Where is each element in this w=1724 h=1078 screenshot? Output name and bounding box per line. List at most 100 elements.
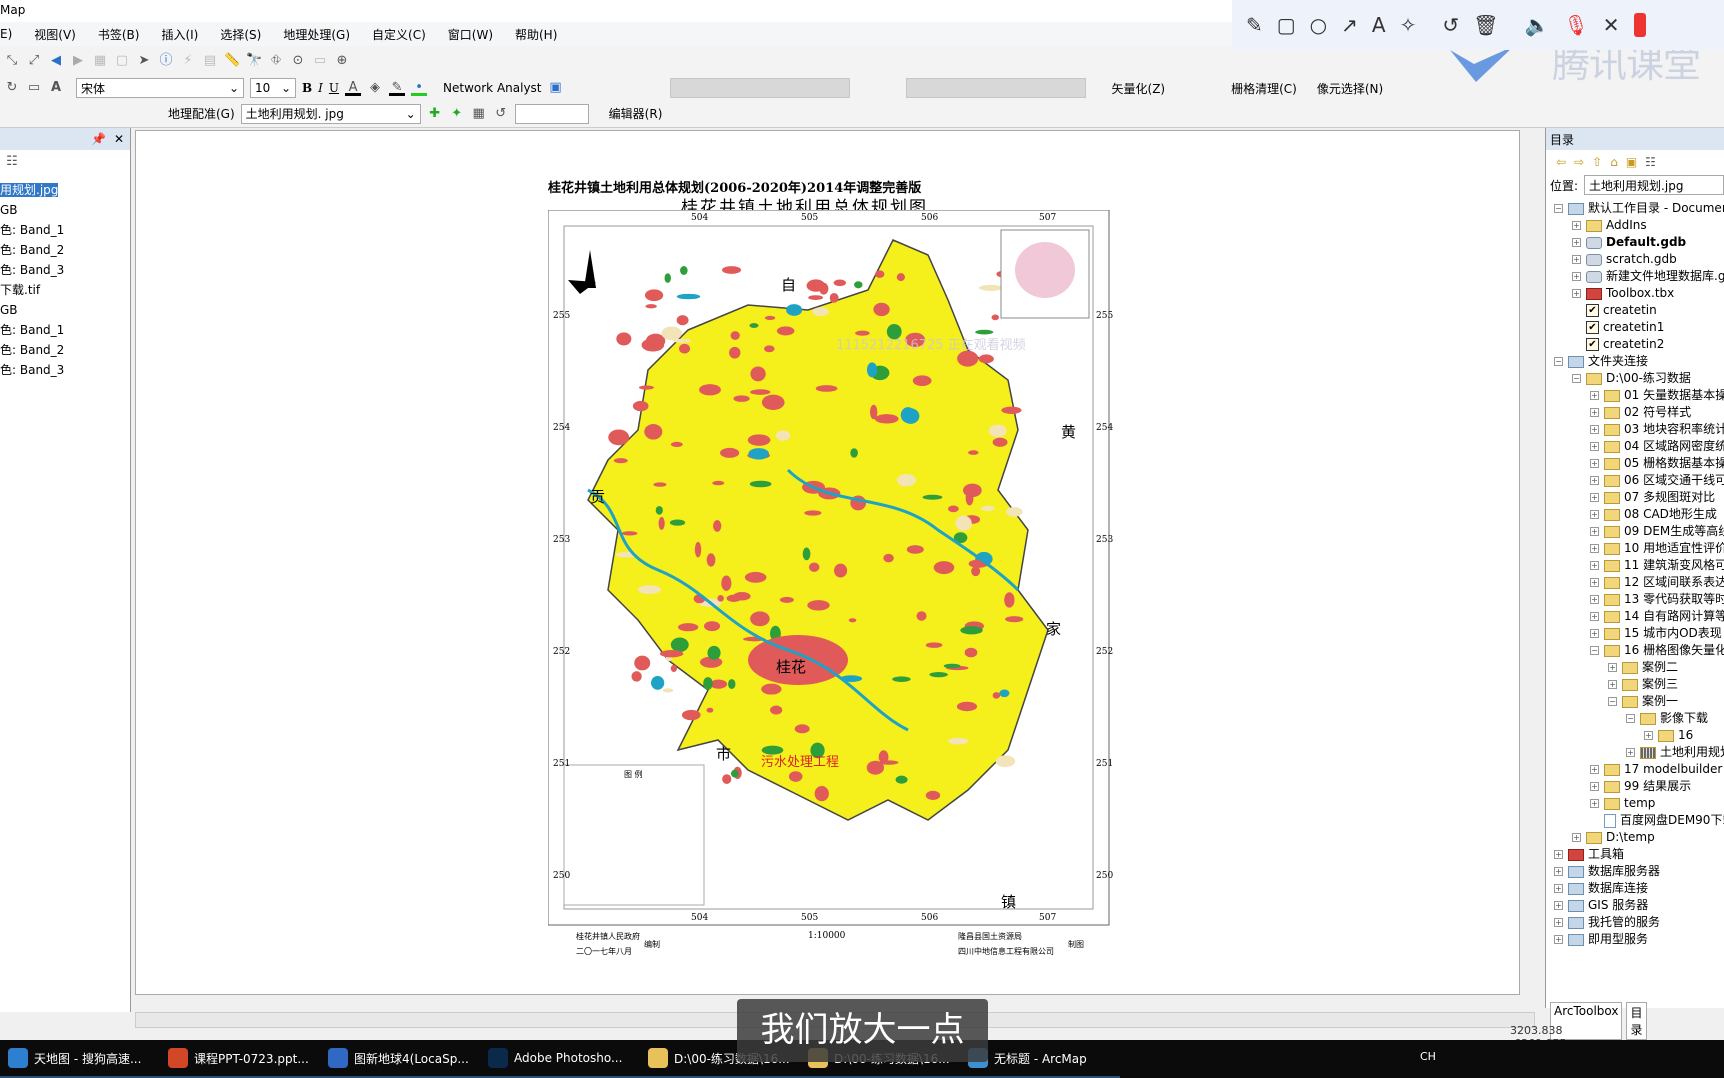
menu-insert[interactable]: 插入(I) bbox=[161, 26, 198, 43]
menu-selection[interactable]: 选择(S) bbox=[220, 26, 261, 43]
rotate-icon[interactable]: ↻ bbox=[4, 80, 20, 96]
catalog-tree-item[interactable]: +09 DEM生成等高线 bbox=[1546, 523, 1724, 540]
collapse-icon[interactable]: − bbox=[1608, 697, 1617, 706]
expand-icon[interactable]: + bbox=[1590, 799, 1599, 808]
expand-icon[interactable]: + bbox=[1554, 867, 1563, 876]
catalog-tree-item[interactable]: +03 地块容积率统计 bbox=[1546, 421, 1724, 438]
rotation-input[interactable] bbox=[514, 103, 589, 124]
underline-button[interactable]: U bbox=[329, 81, 339, 95]
catalog-tree-item[interactable]: − 16 栅格图像矢量化 bbox=[1546, 642, 1724, 659]
up-icon[interactable]: ⇧ bbox=[1592, 155, 1602, 169]
catalog-tree-item[interactable]: − 文件夹连接 bbox=[1546, 353, 1724, 370]
location-input[interactable]: 土地利用规划.jpg bbox=[1584, 175, 1724, 195]
magic-wand-icon[interactable]: ✧ bbox=[1400, 13, 1417, 37]
expand-icon[interactable]: + bbox=[1572, 221, 1581, 230]
catalog-tree-item[interactable]: + 案例三 bbox=[1546, 676, 1724, 693]
close-icon[interactable]: ✕ bbox=[114, 132, 124, 146]
catalog-tree-item[interactable]: + 案例二 bbox=[1546, 659, 1724, 676]
catalog-tree-item[interactable]: + 我托管的服务 bbox=[1546, 914, 1724, 931]
expand-icon[interactable]: + bbox=[1626, 748, 1635, 757]
pin-icon[interactable]: 📌 bbox=[91, 132, 106, 146]
collapse-icon[interactable]: − bbox=[1554, 204, 1563, 213]
catalog-tree-item[interactable]: − 案例一 bbox=[1546, 693, 1724, 710]
home-icon[interactable]: ⌂ bbox=[1610, 155, 1618, 169]
catalog-tree-item[interactable]: + 数据库服务器 bbox=[1546, 863, 1724, 880]
text-tool-icon[interactable]: A bbox=[48, 80, 64, 96]
catalog-tree-item[interactable]: + D:\temp bbox=[1546, 829, 1724, 846]
auto-control-points-icon[interactable]: ✦ bbox=[449, 106, 465, 122]
editor-menu[interactable]: 编辑器(R) bbox=[609, 105, 663, 122]
menu-edit[interactable]: E) bbox=[0, 27, 12, 41]
taskbar-item[interactable]: 课程PPT-0723.ppt... bbox=[160, 1040, 320, 1078]
go-to-xy-icon[interactable]: ⊙ bbox=[290, 53, 306, 69]
expand-icon[interactable]: + bbox=[1590, 561, 1599, 570]
select-features-icon[interactable]: ▦ bbox=[92, 53, 108, 69]
view-options-icon[interactable]: ☷ bbox=[1645, 155, 1656, 169]
undo-icon[interactable]: ↺ bbox=[1442, 13, 1459, 37]
expand-icon[interactable]: + bbox=[1554, 884, 1563, 893]
expand-icon[interactable]: + bbox=[1572, 289, 1581, 298]
catalog-tree-item[interactable]: +13 零代码获取等时圈 bbox=[1546, 591, 1724, 608]
expand-icon[interactable]: + bbox=[1590, 527, 1599, 536]
expand-icon[interactable]: + bbox=[1554, 850, 1563, 859]
forward-icon[interactable]: ▶ bbox=[70, 53, 86, 69]
catalog-tree-item[interactable]: +04 区域路网密度统计 bbox=[1546, 438, 1724, 455]
expand-icon[interactable]: + bbox=[1608, 680, 1617, 689]
catalog-tree-item[interactable]: +10 用地适宜性评价 bbox=[1546, 540, 1724, 557]
trash-icon[interactable]: 🗑 bbox=[1473, 13, 1498, 37]
circle-icon[interactable]: ○ bbox=[1310, 13, 1327, 37]
rectangle-icon[interactable]: ▢ bbox=[1277, 13, 1296, 37]
map-view[interactable]: 桂花井镇土地利用总体规划(2006-2020年)2014年调整完善版 桂花井镇土… bbox=[135, 130, 1520, 995]
expand-icon[interactable]: + bbox=[1572, 255, 1581, 264]
close-icon[interactable]: ✕ bbox=[1603, 13, 1620, 37]
catalog-tree-item[interactable]: +12 区域间联系表达 bbox=[1546, 574, 1724, 591]
find-icon[interactable]: 🔭 bbox=[246, 53, 262, 69]
tab-catalog[interactable]: 目录 bbox=[1626, 1002, 1647, 1040]
expand-icon[interactable]: + bbox=[1590, 476, 1599, 485]
pencil-icon[interactable]: ✎ bbox=[1246, 13, 1263, 37]
network-analyst-menu[interactable]: Network Analyst bbox=[443, 81, 541, 95]
italic-button[interactable]: I bbox=[318, 81, 323, 95]
full-extent-icon[interactable]: ⤡ bbox=[4, 53, 20, 69]
expand-icon[interactable]: + bbox=[1590, 442, 1599, 451]
network-window-icon[interactable]: ▣ bbox=[548, 80, 564, 96]
catalog-tree-item[interactable]: ✔ createtin1 bbox=[1546, 319, 1724, 336]
collapse-icon[interactable]: − bbox=[1554, 357, 1563, 366]
catalog-tree-item[interactable]: +02 符号样式 bbox=[1546, 404, 1724, 421]
catalog-tree-item[interactable]: +14 自有路网计算等 bbox=[1546, 608, 1724, 625]
expand-icon[interactable]: + bbox=[1572, 238, 1581, 247]
expand-icon[interactable]: + bbox=[1554, 901, 1563, 910]
expand-icon[interactable]: + bbox=[1590, 782, 1599, 791]
catalog-tree-item[interactable]: + Toolbox.tbx bbox=[1546, 285, 1724, 302]
catalog-tree-item[interactable]: +07 多规图斑对比 bbox=[1546, 489, 1724, 506]
collapse-icon[interactable]: − bbox=[1590, 646, 1599, 655]
connect-folder-icon[interactable]: ▣ bbox=[1626, 155, 1637, 169]
catalog-tree-item[interactable]: + 工具箱 bbox=[1546, 846, 1724, 863]
taskbar-item[interactable]: Adobe Photosho... bbox=[480, 1040, 640, 1078]
expand-icon[interactable]: + bbox=[1572, 833, 1581, 842]
expand-icon[interactable]: + bbox=[1554, 935, 1563, 944]
raster-cleanup-menu[interactable]: 栅格清理(C) bbox=[1231, 80, 1297, 97]
hyperlink-icon[interactable]: ⚡ bbox=[180, 53, 196, 69]
catalog-tree-item[interactable]: + 即用型服务 bbox=[1546, 931, 1724, 948]
georeferencing-menu[interactable]: 地理配准(G) bbox=[168, 105, 235, 122]
input-language[interactable]: CH bbox=[1420, 1050, 1436, 1063]
expand-icon[interactable]: + bbox=[1590, 391, 1599, 400]
back-icon[interactable]: ◀ bbox=[48, 53, 64, 69]
catalog-tree-item[interactable]: + Default.gdb bbox=[1546, 234, 1724, 251]
time-slider-icon[interactable]: ▭ bbox=[312, 53, 328, 69]
find-route-icon[interactable]: ⛗ bbox=[268, 53, 284, 69]
catalog-tree-item[interactable]: +15 城市内OD表现 bbox=[1546, 625, 1724, 642]
catalog-tree-item[interactable]: − D:\00-练习数据 bbox=[1546, 370, 1724, 387]
expand-icon[interactable]: + bbox=[1590, 765, 1599, 774]
expand-icon[interactable]: + bbox=[1590, 510, 1599, 519]
catalog-tree-item[interactable]: − 影像下载 bbox=[1546, 710, 1724, 727]
map-vertical-scrollbar[interactable] bbox=[1520, 130, 1536, 995]
catalog-tree-item[interactable]: +01 矢量数据基本操作 bbox=[1546, 387, 1724, 404]
vectorize-menu[interactable]: 矢量化(Z) bbox=[1112, 80, 1166, 97]
speaker-icon[interactable]: 🔈 bbox=[1525, 13, 1550, 37]
magnifier-icon[interactable]: ⊕ bbox=[334, 53, 350, 69]
arrow-icon[interactable]: ↗ bbox=[1341, 13, 1358, 37]
catalog-tree-item[interactable]: + 新建文件地理数据库.gdb bbox=[1546, 268, 1724, 285]
catalog-tree-item[interactable]: ✔ createtin bbox=[1546, 302, 1724, 319]
